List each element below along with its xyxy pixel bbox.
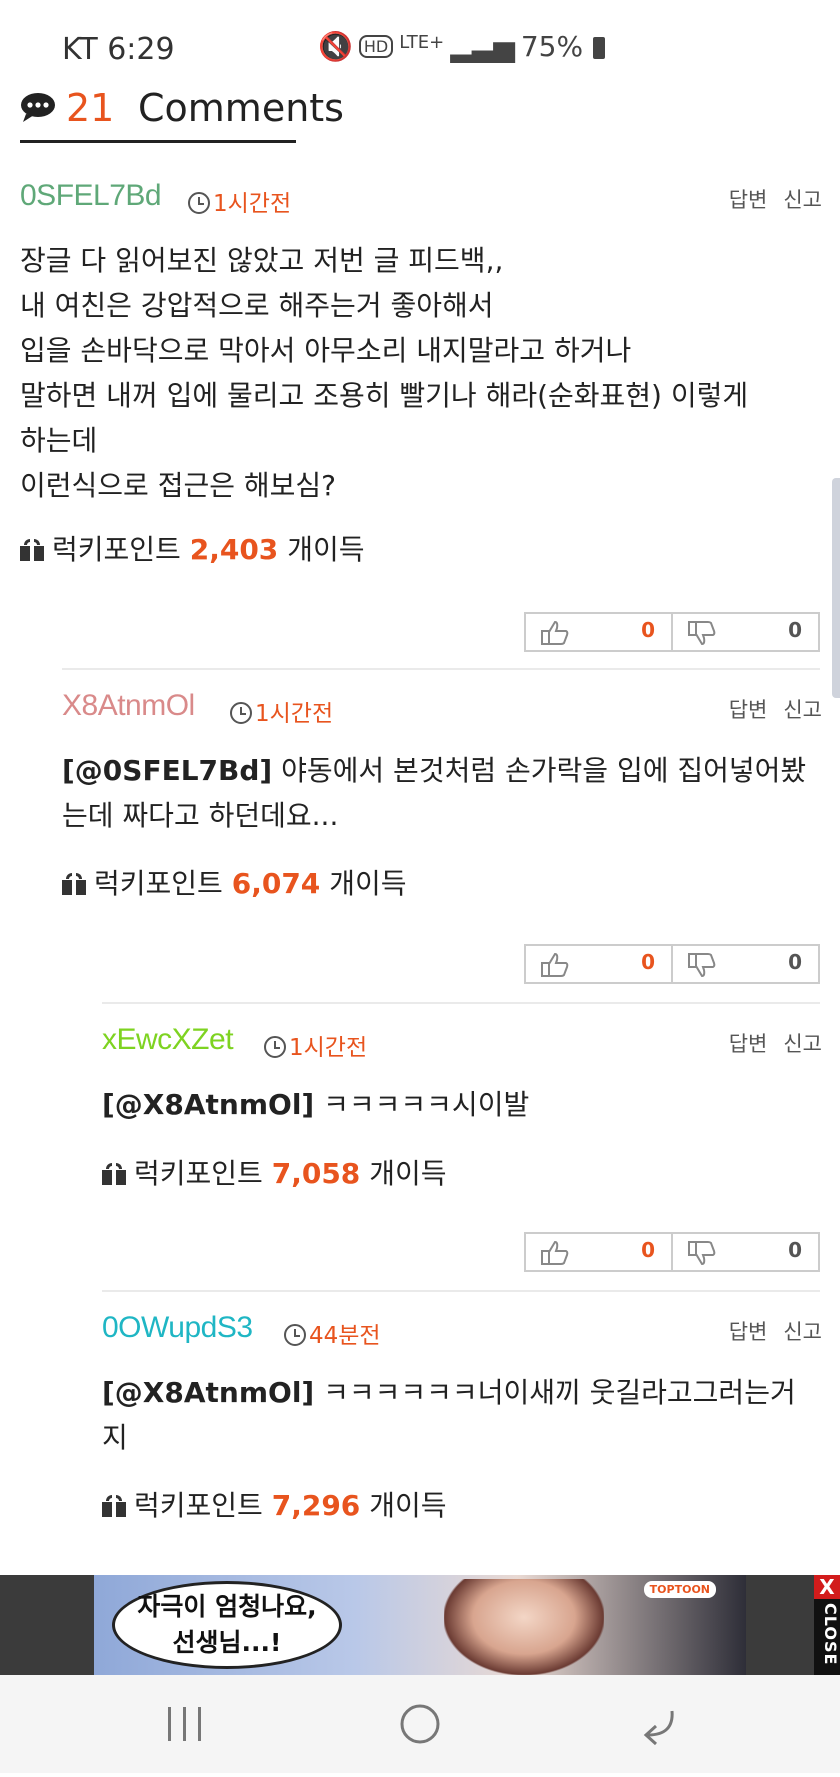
hd-icon: HD xyxy=(358,35,394,58)
navigation-bar xyxy=(0,1675,840,1773)
dislike-button[interactable]: 0 xyxy=(671,946,818,982)
vote-box: 0 0 xyxy=(524,1232,820,1272)
comment-divider xyxy=(102,1002,820,1004)
lucky-points: 럭키포인트 7,296 개이득 xyxy=(102,1484,446,1524)
close-label[interactable]: CLOSE xyxy=(814,1603,840,1665)
thumbs-up-icon xyxy=(541,952,569,977)
gift-icon xyxy=(62,873,86,895)
signal-icon: ▂▃▅ xyxy=(450,30,515,63)
gift-icon xyxy=(20,539,44,561)
dislike-button[interactable]: 0 xyxy=(671,1234,818,1270)
comment-body: 장글 다 읽어보진 않았고 저번 글 피드백,, 내 여친은 강압적으로 해주는… xyxy=(20,244,749,502)
reply-button[interactable]: 답변 xyxy=(729,698,768,722)
reply-button[interactable]: 답변 xyxy=(729,1320,768,1344)
ad-logo: TOPTOON xyxy=(643,1581,716,1598)
gift-icon xyxy=(102,1163,126,1185)
recents-button[interactable] xyxy=(125,1675,245,1773)
ad-image[interactable]: 자극이 엄청나요, 선생님...! TOPTOON xyxy=(94,1575,746,1675)
like-count: 0 xyxy=(641,618,655,642)
comment-body: [@X8AtnmOl] ㅋㅋㅋㅋㅋ시이발 xyxy=(102,1088,530,1121)
mention-tag[interactable]: [@X8AtnmOl] xyxy=(102,1088,314,1121)
comment-count: 21 xyxy=(66,86,115,130)
clock-icon xyxy=(230,702,252,724)
comment-timestamp: 44분전 xyxy=(284,1316,381,1350)
carrier-time: KT 6:29 xyxy=(62,32,175,67)
comment-actions: 답변 신고 xyxy=(713,694,822,724)
lucky-points: 럭키포인트 7,058 개이득 xyxy=(102,1152,446,1192)
comments-label: Comments xyxy=(138,86,344,130)
recents-icon xyxy=(168,1707,201,1741)
gift-icon xyxy=(102,1495,126,1517)
thumbs-down-icon xyxy=(688,621,716,646)
home-button[interactable] xyxy=(360,1675,480,1773)
vote-box: 0 0 xyxy=(524,612,820,652)
comment-actions: 답변 신고 xyxy=(713,1028,822,1058)
dislike-count: 0 xyxy=(788,950,802,974)
ad-close-button[interactable]: X CLOSE xyxy=(814,1575,840,1675)
like-count: 0 xyxy=(641,1238,655,1262)
mute-icon: 🔇 xyxy=(318,30,353,63)
comment-timestamp: 1시간전 xyxy=(188,184,291,218)
comment-body: [@0SFEL7Bd] 야동에서 본것처럼 손가락을 입에 집어넣어봤 는데 짜… xyxy=(62,754,807,832)
report-button[interactable]: 신고 xyxy=(783,698,822,722)
report-button[interactable]: 신고 xyxy=(783,188,822,212)
status-icons: 🔇 HD LTE+ ▂▃▅ 75% xyxy=(318,30,611,63)
vote-box: 0 0 xyxy=(524,944,820,984)
like-count: 0 xyxy=(641,950,655,974)
back-icon xyxy=(643,1710,674,1746)
comment-username[interactable]: 0SFEL7Bd xyxy=(20,179,162,213)
clock-icon xyxy=(284,1324,306,1346)
comment-actions: 답변 신고 xyxy=(713,184,822,214)
report-button[interactable]: 신고 xyxy=(783,1320,822,1344)
comment-actions: 답변 신고 xyxy=(713,1316,822,1346)
like-button[interactable]: 0 xyxy=(526,614,671,650)
clock-icon xyxy=(264,1036,286,1058)
dislike-count: 0 xyxy=(788,1238,802,1262)
comment-divider xyxy=(102,1290,820,1292)
comments-header: 21 Comments xyxy=(20,84,344,143)
thumbs-down-icon xyxy=(688,1241,716,1266)
comment-body: [@X8AtnmOl] ㅋㅋㅋㅋㅋㅋ너이새끼 웃길라고그러는거 지 xyxy=(102,1376,796,1454)
home-icon xyxy=(400,1704,440,1744)
thumbs-up-icon xyxy=(541,1240,569,1265)
lucky-points: 럭키포인트 6,074 개이득 xyxy=(62,862,406,902)
battery-level: 75% xyxy=(520,30,584,63)
dislike-count: 0 xyxy=(788,618,802,642)
back-button[interactable] xyxy=(596,1675,716,1773)
comment-divider xyxy=(62,668,820,670)
ad-banner[interactable]: 자극이 엄청나요, 선생님...! TOPTOON X CLOSE xyxy=(0,1575,840,1675)
scrollbar[interactable] xyxy=(832,478,840,698)
thumbs-down-icon xyxy=(688,953,716,978)
mention-tag[interactable]: [@X8AtnmOl] xyxy=(102,1376,314,1409)
lte-indicator: LTE+ xyxy=(399,32,445,53)
like-button[interactable]: 0 xyxy=(526,1234,671,1270)
chat-bubble-icon xyxy=(21,93,55,122)
ad-text: 자극이 엄청나요, 선생님...! xyxy=(137,1592,317,1657)
like-button[interactable]: 0 xyxy=(526,946,671,982)
mention-tag[interactable]: [@0SFEL7Bd] xyxy=(62,754,272,787)
comment-username[interactable]: 0OWupdS3 xyxy=(102,1311,253,1345)
battery-icon xyxy=(593,37,606,59)
comment-timestamp: 1시간전 xyxy=(264,1028,367,1062)
lucky-points: 럭키포인트 2,403 개이득 xyxy=(20,528,364,568)
comment-username[interactable]: X8AtnmOl xyxy=(62,689,195,723)
comment-timestamp: 1시간전 xyxy=(230,694,333,728)
report-button[interactable]: 신고 xyxy=(783,1032,822,1056)
reply-button[interactable]: 답변 xyxy=(729,1032,768,1056)
dislike-button[interactable]: 0 xyxy=(671,614,818,650)
thumbs-up-icon xyxy=(541,620,569,645)
reply-button[interactable]: 답변 xyxy=(729,188,768,212)
close-icon[interactable]: X xyxy=(814,1575,840,1599)
ad-illustration xyxy=(444,1579,604,1675)
clock-icon xyxy=(188,192,210,214)
comment-username[interactable]: xEwcXZet xyxy=(102,1023,234,1057)
